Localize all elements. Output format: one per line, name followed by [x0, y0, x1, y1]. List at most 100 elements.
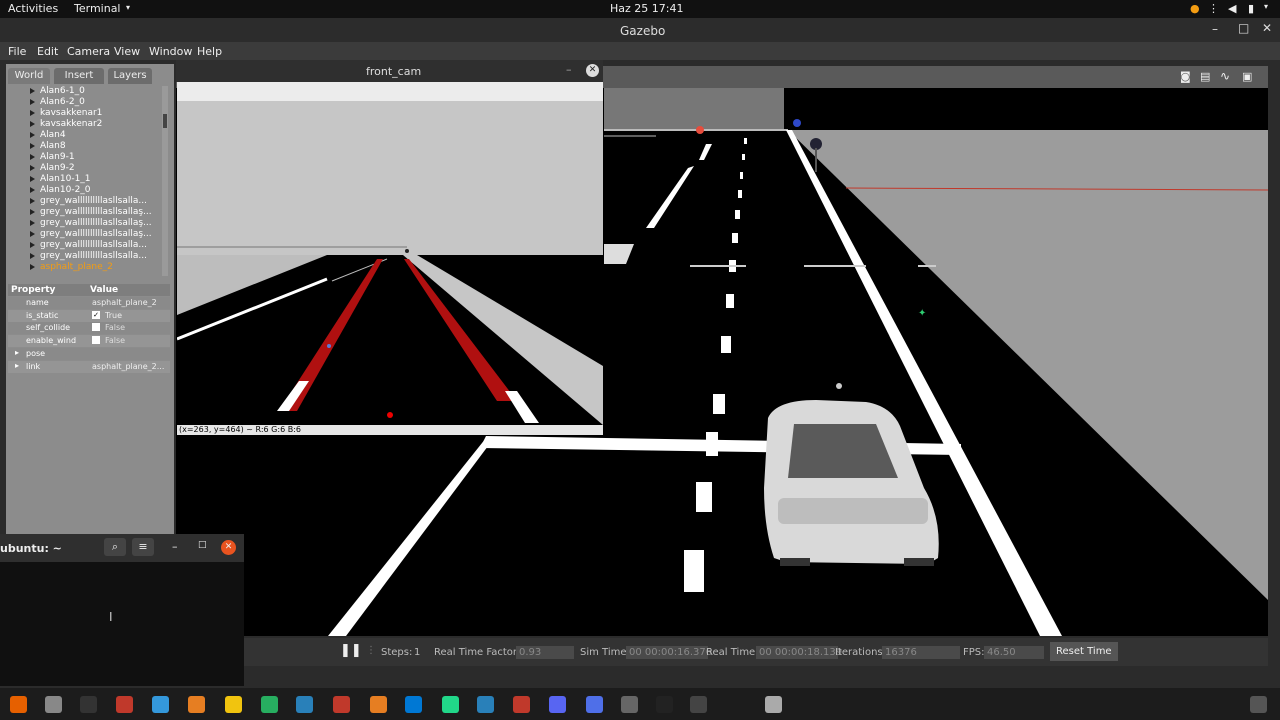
- document-icon[interactable]: [152, 696, 169, 713]
- apps-grid-icon[interactable]: [1250, 696, 1267, 713]
- tree-item[interactable]: Alan10-1_1: [6, 174, 166, 185]
- maximize-icon[interactable]: □: [1238, 21, 1249, 35]
- expand-arrow-icon[interactable]: [30, 165, 35, 171]
- tree-item[interactable]: grey_wallllllllllasllsallaş...: [6, 218, 166, 229]
- chevron-down-icon[interactable]: ▾: [126, 3, 130, 12]
- spreadsheet-icon[interactable]: [261, 696, 278, 713]
- window-icon[interactable]: [765, 696, 782, 713]
- hamburger-menu-icon[interactable]: ≡: [132, 538, 154, 556]
- log-icon[interactable]: ▤: [1200, 70, 1210, 83]
- system-menu-chevron-icon[interactable]: ▾: [1264, 2, 1268, 11]
- document-orange-icon[interactable]: [188, 696, 205, 713]
- minimize-icon[interactable]: –: [566, 63, 572, 76]
- expand-arrow-icon[interactable]: [30, 88, 35, 94]
- expand-arrow-icon[interactable]: [30, 209, 35, 215]
- expand-arrow-icon[interactable]: [30, 187, 35, 193]
- app-menu-terminal[interactable]: Terminal: [74, 2, 121, 15]
- tree-item[interactable]: grey_wallllllllllasllsallaş...: [6, 229, 166, 240]
- obs-icon[interactable]: [656, 696, 673, 713]
- maximize-icon[interactable]: □: [198, 540, 207, 550]
- expand-arrow-icon[interactable]: [30, 132, 35, 138]
- tab-world[interactable]: World: [8, 68, 50, 84]
- volume-icon[interactable]: ◀: [1228, 2, 1236, 15]
- steps-value[interactable]: 1: [414, 647, 420, 658]
- tree-item[interactable]: kavsakkenar1: [6, 108, 166, 119]
- tree-item[interactable]: Alan10-2_0: [6, 185, 166, 196]
- tree-item[interactable]: Alan6-2_0: [6, 97, 166, 108]
- tree-scrollbar[interactable]: [162, 86, 168, 276]
- tree-item[interactable]: Alan6-1_0: [6, 86, 166, 97]
- expand-arrow-icon[interactable]: [30, 198, 35, 204]
- expand-arrow-icon[interactable]: [30, 99, 35, 105]
- settings-icon[interactable]: [477, 696, 494, 713]
- tree-item[interactable]: Alan9-1: [6, 152, 166, 163]
- menu-view[interactable]: View: [114, 45, 140, 58]
- rviz-icon[interactable]: [690, 696, 707, 713]
- model-tree[interactable]: Alan6-1_0 Alan6-2_0 kavsakkenar1 kavsakkena…: [6, 86, 166, 282]
- video-icon[interactable]: ▣: [1242, 70, 1252, 83]
- activities-button[interactable]: Activities: [8, 2, 58, 15]
- folder-icon[interactable]: [225, 696, 242, 713]
- property-row-link[interactable]: link ▸ asphalt_plane_2...: [8, 361, 170, 373]
- tree-item[interactable]: grey_wallllllllllasllsalla...: [6, 196, 166, 207]
- tree-item[interactable]: grey_wallllllllllasllsalla...: [6, 251, 166, 262]
- clock[interactable]: Haz 25 17:41: [610, 2, 683, 15]
- property-row-name[interactable]: name asphalt_plane_2: [8, 297, 170, 309]
- firefox-icon[interactable]: [10, 696, 27, 713]
- discord-icon[interactable]: [549, 696, 566, 713]
- sublime-icon[interactable]: [370, 696, 387, 713]
- tab-layers[interactable]: Layers: [108, 68, 152, 84]
- text-editor-icon[interactable]: [296, 696, 313, 713]
- expand-arrow-icon[interactable]: [30, 121, 35, 127]
- app-red-icon[interactable]: [116, 696, 133, 713]
- app-blue-icon[interactable]: [586, 696, 603, 713]
- tree-item[interactable]: grey_wallllllllllasllsalla...: [6, 240, 166, 251]
- property-checkbox[interactable]: ✓: [92, 310, 100, 319]
- minimize-icon[interactable]: –: [172, 540, 178, 553]
- network-icon[interactable]: ⋮: [1208, 2, 1219, 15]
- close-icon[interactable]: ✕: [586, 64, 599, 77]
- vscode-icon[interactable]: [405, 696, 422, 713]
- pause-icon[interactable]: ❚❚: [340, 643, 362, 658]
- tree-item[interactable]: grey_wallllllllllasllsallaş...: [6, 207, 166, 218]
- expand-arrow-icon[interactable]: [30, 253, 35, 259]
- files-icon[interactable]: [45, 696, 62, 713]
- expand-arrow-icon[interactable]: [30, 176, 35, 182]
- property-checkbox[interactable]: [92, 323, 100, 332]
- expand-arrow-icon[interactable]: [30, 264, 35, 270]
- menu-edit[interactable]: Edit: [37, 45, 58, 58]
- camera-icon[interactable]: ◙: [1180, 70, 1191, 83]
- pycharm-icon[interactable]: [442, 696, 459, 713]
- reset-time-button[interactable]: Reset Time: [1050, 642, 1118, 661]
- search-icon[interactable]: ⌕: [104, 538, 126, 556]
- property-row-self-collide[interactable]: self_collide False: [8, 322, 170, 335]
- expand-arrow-icon[interactable]: ▸: [15, 361, 19, 370]
- front-cam-image[interactable]: [177, 101, 603, 425]
- tree-item[interactable]: Alan9-2: [6, 163, 166, 174]
- property-row-is-static[interactable]: is_static ✓ True: [8, 309, 170, 322]
- menu-file[interactable]: File: [8, 45, 26, 58]
- expand-arrow-icon[interactable]: [30, 231, 35, 237]
- expand-arrow-icon[interactable]: [30, 242, 35, 248]
- expand-arrow-icon[interactable]: [30, 143, 35, 149]
- close-icon[interactable]: ✕: [221, 540, 236, 555]
- tree-item[interactable]: kavsakkenar2: [6, 119, 166, 130]
- minimize-icon[interactable]: –: [1212, 22, 1218, 36]
- menu-window[interactable]: Window: [149, 45, 192, 58]
- expand-arrow-icon[interactable]: [30, 220, 35, 226]
- gazebo-icon[interactable]: [621, 696, 638, 713]
- expand-arrow-icon[interactable]: [30, 154, 35, 160]
- tree-item[interactable]: Alan4: [6, 130, 166, 141]
- tree-item[interactable]: asphalt_plane_2: [6, 262, 166, 273]
- property-row-pose[interactable]: pose ▸: [8, 348, 170, 361]
- app-red2-icon[interactable]: [513, 696, 530, 713]
- tree-item[interactable]: Alan8: [6, 141, 166, 152]
- notification-icon[interactable]: ●: [1190, 2, 1200, 15]
- tab-insert[interactable]: Insert: [54, 68, 104, 84]
- expand-arrow-icon[interactable]: [30, 110, 35, 116]
- battery-icon[interactable]: ▮: [1248, 2, 1254, 15]
- step-icon[interactable]: ⋮: [366, 645, 376, 656]
- terminal-body[interactable]: I: [0, 562, 244, 686]
- menu-camera[interactable]: Camera: [67, 45, 110, 58]
- property-checkbox[interactable]: [92, 335, 100, 344]
